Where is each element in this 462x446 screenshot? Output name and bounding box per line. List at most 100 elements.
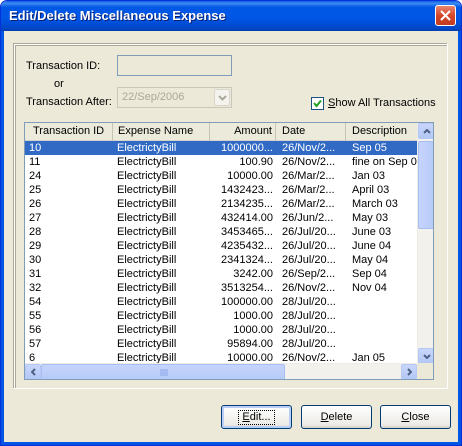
cell-desc — [352, 337, 418, 351]
table-row[interactable]: 24 ElectrictyBill 10000.00 26/Mar/2... Jan 0… — [25, 169, 419, 183]
cell-name: ElectrictyBill — [117, 338, 177, 350]
cell-id: 31 — [29, 268, 42, 280]
table-row[interactable]: 56 ElectrictyBill 1000.00 28/Jul/20... — [25, 323, 419, 337]
cell-id: 28 — [29, 226, 42, 238]
table-row[interactable]: 55 ElectrictyBill 1000.00 28/Jul/20... — [25, 309, 419, 323]
close-window-button[interactable] — [435, 5, 456, 26]
transaction-after-dropdown[interactable]: 22/Sep/2006 — [117, 87, 232, 108]
table-row[interactable]: 27 ElectrictyBill 432414.00 26/Jun/2... May … — [25, 211, 419, 225]
arrow-left-icon — [31, 368, 36, 376]
cell-id: 57 — [29, 338, 42, 350]
cell-name: ElectrictyBill — [117, 310, 177, 322]
cell-id: 29 — [29, 240, 42, 252]
dropdown-button[interactable] — [214, 89, 230, 106]
chevron-down-icon — [218, 95, 227, 101]
column-header-amount[interactable]: Amount — [210, 123, 276, 141]
dialog-window: Edit/Delete Miscellaneous Expense Transa… — [0, 0, 462, 446]
cell-desc: Nov 04 — [352, 282, 387, 294]
cell-amount: 432414.00 — [221, 212, 273, 224]
cell-amount: 4235432... — [221, 240, 273, 252]
arrow-down-icon — [423, 354, 431, 359]
cell-desc: Jan 03 — [352, 170, 386, 182]
cell-name: ElectrictyBill — [117, 226, 177, 238]
close-label: lose — [409, 411, 430, 423]
cell-date: 26/Mar/2... — [282, 170, 335, 182]
cell-date: 26/Nov/2... — [282, 142, 336, 154]
cell-id: 56 — [29, 324, 42, 336]
show-all-label[interactable]: Show All Transactions — [328, 97, 436, 109]
transactions-list[interactable]: Transaction ID Expense Name Amount Date … — [24, 122, 434, 380]
cell-desc — [352, 309, 418, 323]
column-header-date[interactable]: Date — [276, 123, 346, 141]
table-row[interactable]: 29 ElectrictyBill 4235432... 26/Jul/20... Ju… — [25, 239, 419, 253]
show-all-text: how All Transactions — [335, 97, 436, 109]
column-header-transaction-id[interactable]: Transaction ID — [25, 123, 113, 141]
delete-mnemonic: D — [320, 411, 329, 423]
scroll-up-button[interactable] — [418, 123, 433, 139]
column-header-expense-name[interactable]: Expense Name — [113, 123, 210, 141]
title-bar[interactable]: Edit/Delete Miscellaneous Expense — [1, 1, 461, 31]
list-rows: 10 ElectrictyBill 1000000... 26/Nov/2... Sep… — [25, 141, 419, 365]
table-row[interactable]: 11 ElectrictyBill 100.90 26/Nov/2... fine on… — [25, 155, 419, 169]
cell-id: 11 — [29, 156, 41, 168]
cell-name: ElectrictyBill — [117, 296, 177, 308]
table-row[interactable]: 31 ElectrictyBill 3242.00 26/Sep/2... Sep 04 — [25, 267, 419, 281]
show-all-checkbox[interactable] — [311, 97, 324, 110]
cell-name: ElectrictyBill — [117, 142, 177, 154]
vertical-scrollbar[interactable] — [417, 123, 433, 364]
cell-id: 32 — [29, 282, 42, 294]
window-border-right — [458, 31, 461, 445]
delete-button[interactable]: Delete — [301, 405, 372, 429]
close-button[interactable]: Close — [380, 405, 451, 429]
cell-name: ElectrictyBill — [117, 156, 177, 168]
delete-label: elete — [328, 411, 353, 423]
scroll-right-button[interactable] — [401, 364, 417, 379]
cell-desc: Sep 05 — [352, 142, 387, 154]
scroll-down-button[interactable] — [418, 348, 433, 364]
cell-name: ElectrictyBill — [117, 254, 177, 266]
cell-desc: June 03 — [352, 226, 392, 238]
cell-date: 26/Sep/2... — [282, 268, 336, 280]
arrow-right-icon — [407, 368, 412, 376]
table-row[interactable]: 30 ElectrictyBill 2341324... 26/Jul/20... Ma… — [25, 253, 419, 267]
cell-id: 27 — [29, 212, 42, 224]
cell-desc — [352, 295, 418, 309]
table-row[interactable]: 25 ElectrictyBill 1432423... 26/Mar/2... Apr… — [25, 183, 419, 197]
window-border-left — [1, 31, 4, 445]
cell-desc: June 04 — [352, 240, 392, 252]
edit-button[interactable]: Edit... — [221, 405, 292, 429]
horizontal-scroll-thumb[interactable] — [41, 364, 285, 379]
cell-amount: 3453465... — [221, 226, 273, 238]
arrow-up-icon — [423, 129, 431, 134]
cell-name: ElectrictyBill — [117, 170, 177, 182]
or-label: or — [54, 78, 64, 90]
cell-name: ElectrictyBill — [117, 282, 177, 294]
table-row[interactable]: 32 ElectrictyBill 3513254... 26/Nov/2... Nov… — [25, 281, 419, 295]
cell-date: 28/Jul/20... — [282, 338, 336, 350]
horizontal-scrollbar[interactable] — [25, 363, 419, 379]
cell-date: 26/Mar/2... — [282, 184, 335, 196]
table-row[interactable]: 28 ElectrictyBill 3453465... 26/Jul/20... Ju… — [25, 225, 419, 239]
cell-id: 55 — [29, 310, 42, 322]
table-row[interactable]: 10 ElectrictyBill 1000000... 26/Nov/2... Sep… — [25, 141, 419, 155]
cell-amount: 1000.00 — [233, 324, 273, 336]
cell-amount: 95894.00 — [227, 338, 273, 350]
table-row[interactable]: 54 ElectrictyBill 100000.00 28/Jul/20... — [25, 295, 419, 309]
table-row[interactable]: 26 ElectrictyBill 2134235... 26/Mar/2... Mar… — [25, 197, 419, 211]
cell-amount: 100.90 — [239, 156, 273, 168]
cell-date: 26/Jul/20... — [282, 254, 336, 266]
cell-amount: 1000.00 — [233, 310, 273, 322]
cell-amount: 3242.00 — [233, 268, 273, 280]
scroll-left-button[interactable] — [25, 364, 41, 379]
cell-name: ElectrictyBill — [117, 268, 177, 280]
cell-amount: 3513254... — [221, 282, 273, 294]
transaction-id-input[interactable] — [117, 55, 232, 76]
cell-id: 54 — [29, 296, 42, 308]
checkmark-icon — [313, 99, 322, 108]
vertical-scroll-thumb[interactable] — [418, 141, 433, 229]
cell-id: 26 — [29, 198, 42, 210]
column-header-description[interactable]: Description — [346, 123, 419, 141]
transaction-after-label: Transaction After: — [26, 96, 112, 108]
window-border-bottom — [1, 442, 461, 445]
table-row[interactable]: 57 ElectrictyBill 95894.00 28/Jul/20... — [25, 337, 419, 351]
